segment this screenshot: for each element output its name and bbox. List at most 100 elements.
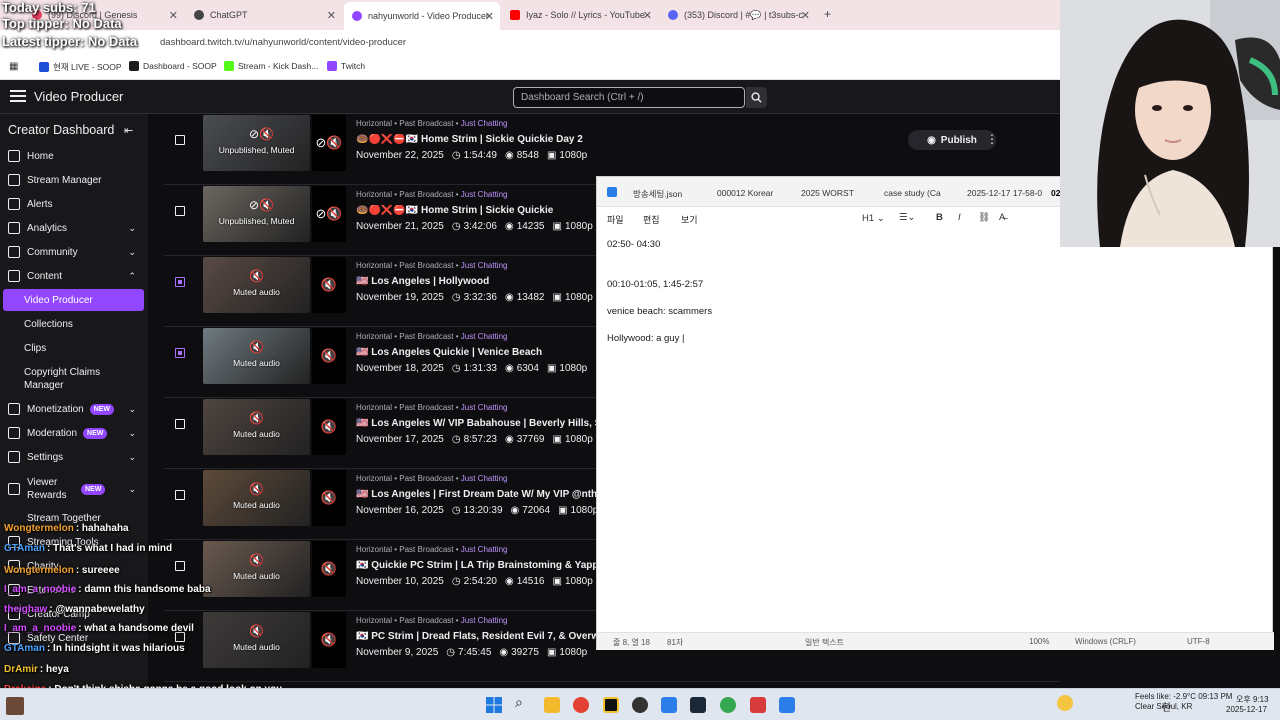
bookmark-item[interactable]: Dashboard - SOOP	[129, 61, 217, 71]
sidebar-item-video-producer[interactable]: Video Producer	[24, 295, 93, 306]
weather-icon[interactable]	[1057, 695, 1073, 711]
close-icon[interactable]: ✕	[169, 9, 178, 22]
sidebar-item-content[interactable]: Content ⌃	[0, 270, 148, 282]
chat-username[interactable]: GTAman	[4, 543, 45, 554]
chat-username[interactable]: GTAman	[4, 643, 45, 654]
video-title[interactable]: 🇺🇸 Los Angeles W/ VIP Babahouse | Beverl…	[356, 418, 596, 429]
sidebar-item-stream-manager[interactable]: Stream Manager	[0, 174, 148, 186]
more-options-icon[interactable]: ⋮	[986, 132, 998, 146]
link-icon[interactable]: ⛓	[978, 212, 990, 223]
video-title[interactable]: 🇰🇷 Quickie PC Strim | LA Trip Brainstomi…	[356, 560, 596, 571]
chat-username[interactable]: theighaw	[4, 604, 47, 615]
video-title[interactable]: 🇰🇷 PC Strim | Dread Flats, Resident Evil…	[356, 631, 596, 642]
video-row[interactable]: ⊘🔇 Unpublished, Muted ⊘🔇 Horizontal • Past …	[164, 114, 1060, 185]
close-icon[interactable]: ✕	[327, 9, 336, 22]
clock-date[interactable]: 2025-12-17	[1226, 705, 1267, 714]
search-button[interactable]	[746, 87, 767, 108]
new-tab-button[interactable]: +	[824, 7, 831, 21]
browser-tab[interactable]: (353) Discord | #💬 | t3subs-c ✕	[660, 4, 816, 26]
notepad-tab[interactable]: 방송세팅.json	[633, 188, 682, 200]
menu-edit[interactable]: 편집	[643, 213, 660, 226]
sidebar-item-monetization[interactable]: Monetization NEW ⌄	[0, 403, 148, 415]
close-icon[interactable]: ✕	[643, 9, 652, 22]
row-checkbox[interactable]	[175, 490, 185, 500]
heading-dropdown[interactable]: H1 ⌄	[862, 213, 885, 224]
notepad-tab[interactable]: 2025-12-17 17-58-0	[967, 188, 1042, 198]
chat-username[interactable]: Wongtermelon	[4, 565, 74, 576]
row-checkbox[interactable]	[175, 206, 185, 216]
row-checkbox[interactable]	[175, 419, 185, 429]
video-thumbnail[interactable]: 🔇 Muted audio	[203, 470, 310, 526]
sidebar-item-analytics[interactable]: Analytics ⌄	[0, 222, 148, 234]
chrome-icon[interactable]	[573, 697, 589, 713]
category-link[interactable]: Just Chatting	[461, 119, 508, 128]
app-icon[interactable]	[750, 697, 766, 713]
menu-file[interactable]: 파일	[607, 213, 624, 226]
chrome-profile-icon[interactable]	[720, 697, 736, 713]
video-thumbnail[interactable]: 🔇 Muted audio	[203, 399, 310, 455]
video-thumbnail[interactable]: 🔇 Muted audio	[203, 612, 310, 668]
file-explorer-icon[interactable]	[544, 697, 560, 713]
menu-icon[interactable]	[10, 90, 26, 102]
bookmark-item[interactable]: Twitch	[327, 61, 365, 71]
sidebar-item-settings[interactable]: Settings ⌄	[0, 451, 148, 463]
video-thumbnail[interactable]: 🔇 Muted audio	[203, 257, 310, 313]
sidebar-item-collections[interactable]: Collections	[24, 319, 73, 330]
browser-tab-active[interactable]: nahyunworld - Video Producer ✕	[344, 2, 500, 30]
sidebar-item-home[interactable]: Home	[0, 150, 148, 162]
obs-icon[interactable]	[603, 697, 619, 713]
category-link[interactable]: Just Chatting	[461, 474, 508, 483]
clock-time[interactable]: 오후 9:13	[1236, 694, 1269, 705]
category-link[interactable]: Just Chatting	[461, 332, 508, 341]
ime-indicator[interactable]: 한	[1162, 699, 1171, 714]
publish-button[interactable]: ◉ Publish	[908, 130, 996, 150]
chat-username[interactable]: Wongtermelon	[4, 523, 74, 534]
list-icon[interactable]: ☰⌄	[899, 212, 915, 223]
search-icon[interactable]: ⌕	[515, 694, 531, 710]
edge-icon[interactable]	[661, 697, 677, 713]
sidebar-item-moderation[interactable]: Moderation NEW ⌄	[0, 427, 148, 439]
bookmark-item[interactable]: 현재 LIVE - SOOP	[39, 61, 122, 73]
chat-username[interactable]: I_am_a_noobie	[4, 623, 76, 634]
sidebar-item-viewer-rewards[interactable]: Viewer Rewards NEW ⌄	[0, 476, 148, 502]
category-link[interactable]: Just Chatting	[461, 190, 508, 199]
video-thumbnail[interactable]: ⊘🔇 Unpublished, Muted	[203, 115, 310, 171]
close-icon[interactable]: ✕	[485, 10, 494, 23]
dashboard-search-input[interactable]: Dashboard Search (Ctrl + /)	[513, 87, 745, 108]
close-icon[interactable]: ✕	[801, 9, 810, 22]
windows-start-icon[interactable]	[486, 697, 502, 713]
address-bar[interactable]: dashboard.twitch.tv/u/nahyunworld/conten…	[0, 30, 1060, 54]
sidebar-item-copyright[interactable]: Copyright Claims Manager	[24, 366, 114, 392]
bold-icon[interactable]: B	[936, 212, 943, 223]
notepad-tab[interactable]: 000012 Korear	[717, 188, 773, 198]
notepad-tab[interactable]: case study (Ca	[884, 188, 941, 198]
notepad-tab[interactable]: 2025 WORST	[801, 188, 854, 198]
category-link[interactable]: Just Chatting	[461, 616, 508, 625]
chat-username[interactable]: I_am_a_noobie	[4, 584, 76, 595]
video-title[interactable]: 🍩🔴❌⛔🇰🇷 Home Strim | Sickie Quickie	[356, 205, 596, 216]
row-checkbox[interactable]	[175, 561, 185, 571]
browser-tab[interactable]: ChatGPT ✕	[186, 4, 342, 26]
collapse-sidebar-icon[interactable]: ⇤	[124, 124, 133, 137]
category-link[interactable]: Just Chatting	[461, 261, 508, 270]
steam-icon[interactable]	[690, 697, 706, 713]
bookmark-item[interactable]: Stream - Kick Dash...	[224, 61, 318, 71]
video-title[interactable]: 🇺🇸 Los Angeles Quickie | Venice Beach	[356, 347, 596, 358]
sidebar-item-clips[interactable]: Clips	[24, 343, 46, 354]
video-title[interactable]: 🇺🇸 Los Angeles | First Dream Date W/ My …	[356, 489, 596, 500]
sidebar-item-alerts[interactable]: Alerts	[0, 198, 148, 210]
url-text[interactable]: dashboard.twitch.tv/u/nahyunworld/conten…	[160, 37, 406, 48]
video-title[interactable]: 🍩🔴❌⛔🇰🇷 Home Strim | Sickie Quickie Day 2	[356, 134, 596, 145]
video-title[interactable]: 🇺🇸 Los Angeles | Hollywood	[356, 276, 596, 287]
row-checkbox[interactable]	[175, 277, 185, 287]
clear-format-icon[interactable]: A̶	[999, 212, 1005, 223]
browser-tab[interactable]: Iyaz - Solo // Lyrics - YouTube ✕	[502, 4, 658, 26]
row-checkbox[interactable]	[175, 135, 185, 145]
italic-icon[interactable]: I	[958, 212, 961, 223]
sidebar-item-community[interactable]: Community ⌄	[0, 246, 148, 258]
chat-username[interactable]: DrAmir	[4, 664, 38, 675]
notepad-taskbar-icon[interactable]	[779, 697, 795, 713]
app-icon[interactable]	[632, 697, 648, 713]
video-thumbnail[interactable]: 🔇 Muted audio	[203, 541, 310, 597]
category-link[interactable]: Just Chatting	[461, 403, 508, 412]
